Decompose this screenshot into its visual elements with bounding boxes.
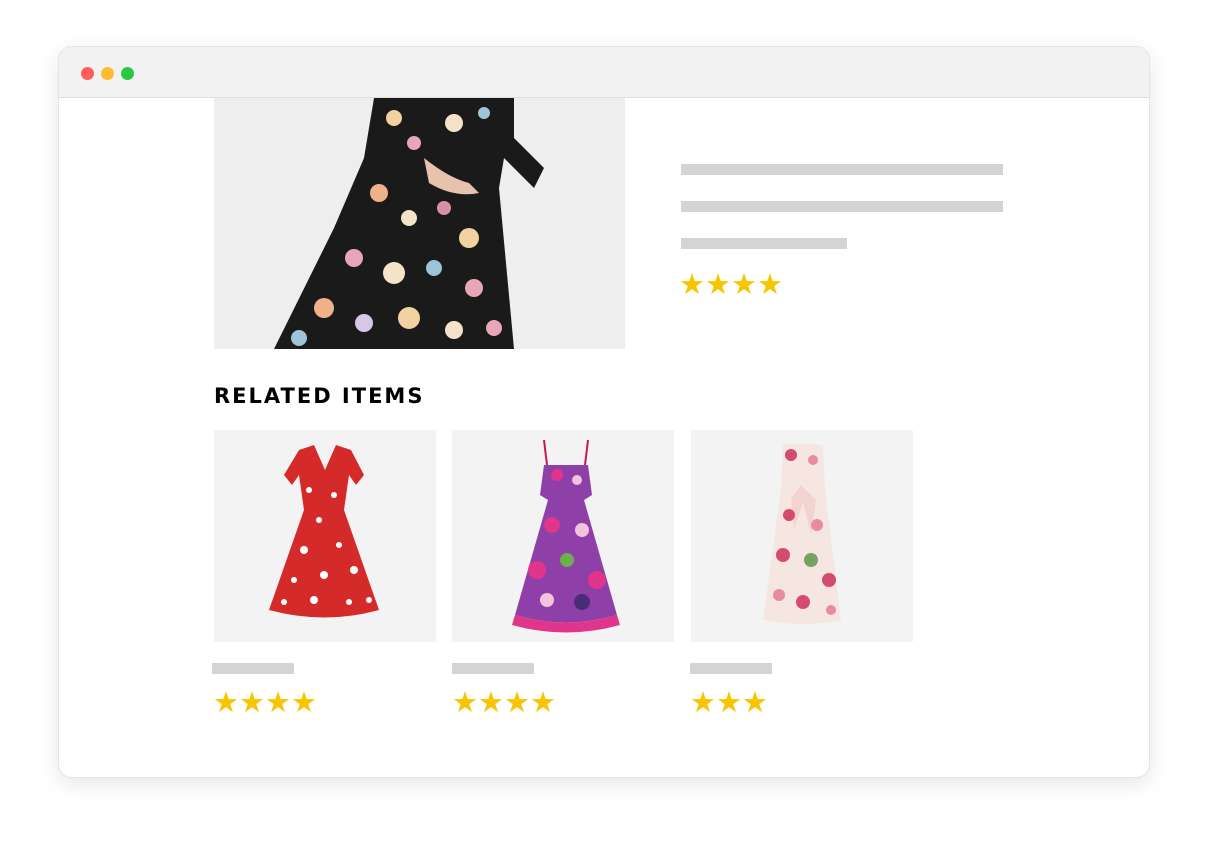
- related-item-title-placeholder: [690, 663, 772, 674]
- pink-purple-floral-dress-photo-icon: [452, 430, 674, 642]
- page-content: ★★★★ RELATED ITEMS ★★★★ ★★★★ ★★★: [59, 98, 1149, 777]
- title-bar: [59, 47, 1149, 98]
- product-price-placeholder: [681, 238, 847, 249]
- maximize-window-button[interactable]: [121, 67, 134, 80]
- product-image[interactable]: [214, 98, 625, 349]
- product-desc-placeholder: [681, 201, 1003, 212]
- related-item-image[interactable]: [214, 430, 436, 642]
- browser-window: ★★★★ RELATED ITEMS ★★★★ ★★★★ ★★★: [58, 46, 1150, 778]
- floral-dress-photo-icon: [214, 98, 625, 349]
- related-item-rating-stars: ★★★★: [452, 685, 556, 719]
- red-floral-dress-photo-icon: [214, 430, 436, 642]
- related-items-heading: RELATED ITEMS: [214, 384, 425, 408]
- product-rating-stars: ★★★★: [679, 267, 783, 301]
- rose-print-strapless-dress-photo-icon: [691, 430, 913, 642]
- related-item-rating-stars: ★★★★: [213, 685, 317, 719]
- related-item-image[interactable]: [452, 430, 674, 642]
- related-item-title-placeholder: [212, 663, 294, 674]
- minimize-window-button[interactable]: [101, 67, 114, 80]
- close-window-button[interactable]: [81, 67, 94, 80]
- related-item-rating-stars: ★★★: [690, 685, 768, 719]
- related-item-image[interactable]: [691, 430, 913, 642]
- product-title-placeholder: [681, 164, 1003, 175]
- related-item-title-placeholder: [452, 663, 534, 674]
